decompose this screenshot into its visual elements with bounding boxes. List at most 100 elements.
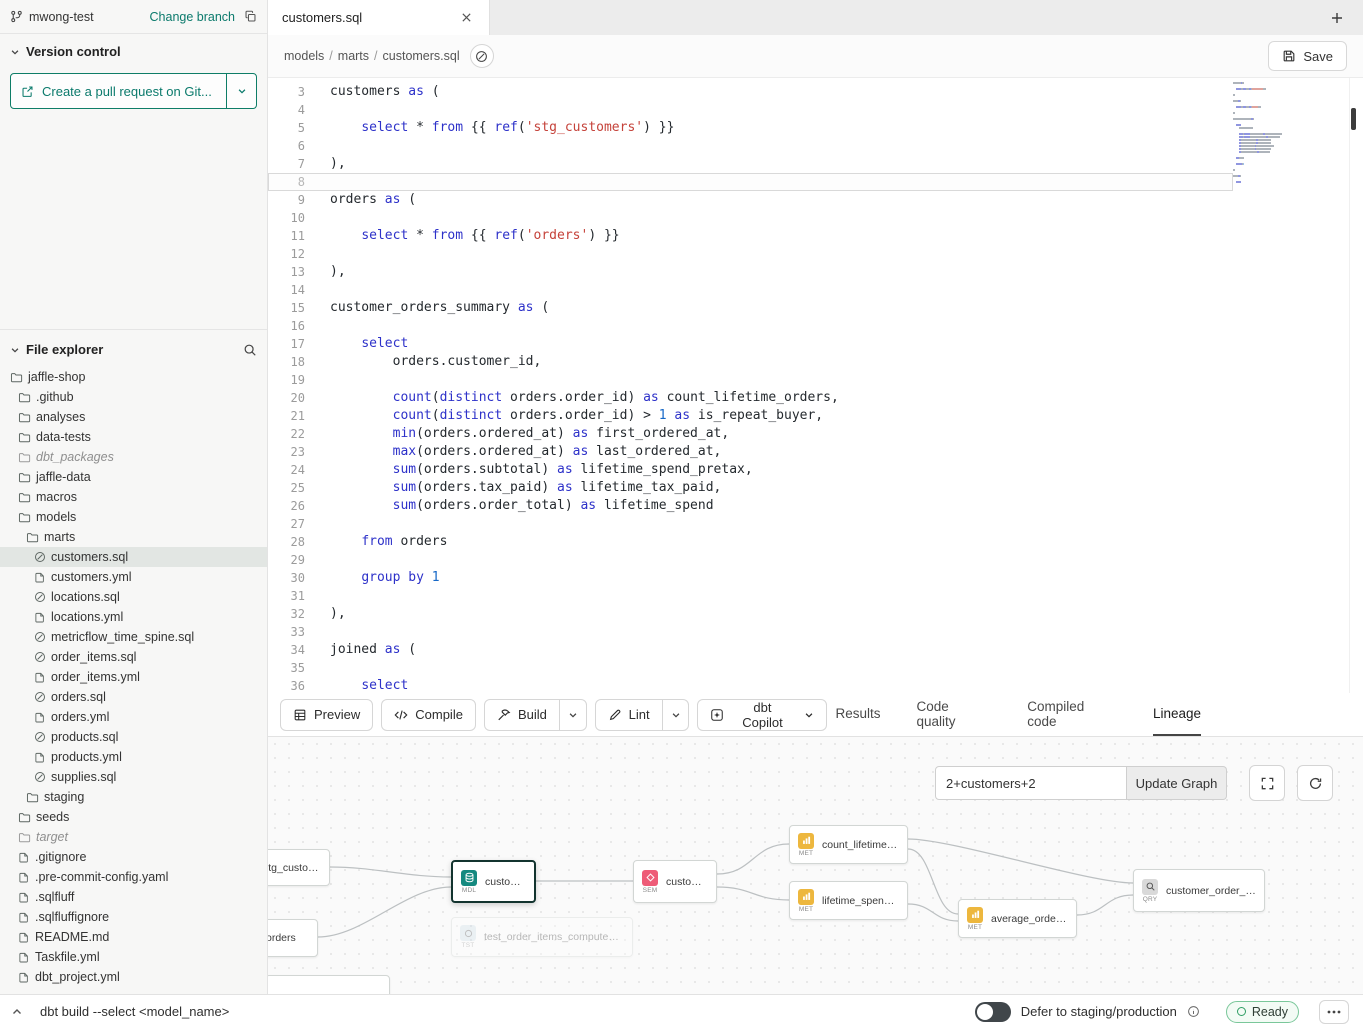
code-line-27[interactable]: 27 — [268, 515, 1363, 533]
create-pull-request-main[interactable]: Create a pull request on Git... — [11, 74, 226, 108]
file-tree-item-staging[interactable]: staging — [0, 787, 267, 807]
breadcrumb-part[interactable]: customers.sql — [383, 49, 460, 63]
scrollbar-thumb[interactable] — [1351, 108, 1356, 130]
preview-button[interactable]: Preview — [280, 699, 373, 731]
file-tree-item-README.md[interactable]: README.md — [0, 927, 267, 947]
file-tree-item-products.yml[interactable]: products.yml — [0, 747, 267, 767]
code-line-6[interactable]: 6 — [268, 137, 1363, 155]
file-tree-item-macros[interactable]: macros — [0, 487, 267, 507]
code-line-35[interactable]: 35 — [268, 659, 1363, 677]
file-tree-item-metricflow_time_spine.sql[interactable]: metricflow_time_spine.sql — [0, 627, 267, 647]
tab-compiled-code[interactable]: Compiled code — [1027, 693, 1117, 736]
code-line-23[interactable]: 23 max(orders.ordered_at) as last_ordere… — [268, 443, 1363, 461]
lineage-node-count_lifetime_orders[interactable]: METcount_lifetime_orders — [789, 825, 908, 864]
lineage-node-orders[interactable]: MDLorders — [268, 919, 318, 957]
code-line-34[interactable]: 34joined as ( — [268, 641, 1363, 659]
file-tree-item-target[interactable]: target — [0, 827, 267, 847]
lineage-node-customers_semantic[interactable]: SEMcustomers — [633, 860, 717, 903]
code-line-22[interactable]: 22 min(orders.ordered_at) as first_order… — [268, 425, 1363, 443]
editor-scrollbar[interactable] — [1349, 78, 1356, 693]
defer-toggle[interactable] — [975, 1002, 1011, 1022]
code-editor[interactable]: 3customers as (45 select * from {{ ref('… — [268, 78, 1363, 693]
code-line-4[interactable]: 4 — [268, 101, 1363, 119]
file-tree-item-Taskfile.yml[interactable]: Taskfile.yml — [0, 947, 267, 967]
code-line-7[interactable]: 7), — [268, 155, 1363, 173]
model-badge-button[interactable] — [470, 44, 494, 68]
fullscreen-button[interactable] — [1249, 765, 1285, 801]
lineage-node-partial_node[interactable] — [268, 975, 390, 994]
file-tree-item-data-tests[interactable]: data-tests — [0, 427, 267, 447]
file-tree-item-orders.yml[interactable]: orders.yml — [0, 707, 267, 727]
build-button[interactable]: Build — [485, 700, 559, 730]
code-line-32[interactable]: 32), — [268, 605, 1363, 623]
code-line-24[interactable]: 24 sum(orders.subtotal) as lifetime_spen… — [268, 461, 1363, 479]
code-line-36[interactable]: 36 select — [268, 677, 1363, 693]
file-tree-item-marts[interactable]: marts — [0, 527, 267, 547]
file-tree-item-locations.yml[interactable]: locations.yml — [0, 607, 267, 627]
code-line-20[interactable]: 20 count(distinct orders.order_id) as co… — [268, 389, 1363, 407]
more-options-button[interactable] — [1319, 1000, 1349, 1024]
lineage-node-average_order_value[interactable]: METaverage_order_value — [958, 899, 1077, 938]
code-line-10[interactable]: 10 — [268, 209, 1363, 227]
compile-button[interactable]: Compile — [381, 699, 476, 731]
code-line-3[interactable]: 3customers as ( — [268, 83, 1363, 101]
breadcrumb-part[interactable]: marts — [338, 49, 369, 63]
file-tree-item-.gitignore[interactable]: .gitignore — [0, 847, 267, 867]
code-line-26[interactable]: 26 sum(orders.order_total) as lifetime_s… — [268, 497, 1363, 515]
tab-lineage[interactable]: Lineage — [1153, 693, 1201, 736]
change-branch-link[interactable]: Change branch — [150, 10, 235, 24]
copy-icon[interactable] — [244, 10, 257, 23]
lineage-node-lifetime_spend_pretax[interactable]: METlifetime_spend_pretax — [789, 881, 908, 920]
file-tree-item-customers.sql[interactable]: customers.sql — [0, 547, 267, 567]
lineage-search-input[interactable] — [935, 766, 1127, 800]
info-icon[interactable] — [1187, 1005, 1200, 1018]
file-tree-item-order_items.sql[interactable]: order_items.sql — [0, 647, 267, 667]
code-line-16[interactable]: 16 — [268, 317, 1363, 335]
file-tree-item-dbt_project.yml[interactable]: dbt_project.yml — [0, 967, 267, 987]
refresh-button[interactable] — [1297, 765, 1333, 801]
lineage-node-customer_order_metrics[interactable]: QRYcustomer_order_metrics — [1133, 869, 1265, 912]
code-line-17[interactable]: 17 select — [268, 335, 1363, 353]
file-tree-item-jaffle-shop[interactable]: jaffle-shop — [0, 367, 267, 387]
lineage-node-test_order_items[interactable]: TSTtest_order_items_compute_to_bools... — [451, 917, 633, 957]
search-icon[interactable] — [243, 343, 257, 357]
file-tree-item-order_items.yml[interactable]: order_items.yml — [0, 667, 267, 687]
file-tree-item-supplies.sql[interactable]: supplies.sql — [0, 767, 267, 787]
file-tree-item-customers.yml[interactable]: customers.yml — [0, 567, 267, 587]
lint-dropdown-caret[interactable] — [663, 700, 689, 730]
code-line-15[interactable]: 15customer_orders_summary as ( — [268, 299, 1363, 317]
code-line-11[interactable]: 11 select * from {{ ref('orders') }} — [268, 227, 1363, 245]
new-tab-button[interactable] — [1327, 8, 1347, 28]
file-tree-item-.sqlfluffignore[interactable]: .sqlfluffignore — [0, 907, 267, 927]
file-tree-item-locations.sql[interactable]: locations.sql — [0, 587, 267, 607]
chevron-up-icon[interactable] — [8, 1003, 26, 1021]
file-tree-item-.sqlfluff[interactable]: .sqlfluff — [0, 887, 267, 907]
lineage-node-customers_model[interactable]: MDLcustomers — [451, 860, 536, 903]
code-line-9[interactable]: 9orders as ( — [268, 191, 1363, 209]
file-tree-item-products.sql[interactable]: products.sql — [0, 727, 267, 747]
code-line-29[interactable]: 29 — [268, 551, 1363, 569]
lineage-node-stg_customers[interactable]: MDLstg_customers — [268, 849, 330, 886]
file-tree-item-seeds[interactable]: seeds — [0, 807, 267, 827]
tab-code-quality[interactable]: Code quality — [916, 693, 991, 736]
dbt-copilot-button[interactable]: dbt Copilot — [697, 699, 827, 731]
code-line-21[interactable]: 21 count(distinct orders.order_id) > 1 a… — [268, 407, 1363, 425]
minimap[interactable] — [1233, 82, 1313, 184]
file-tree-item-analyses[interactable]: analyses — [0, 407, 267, 427]
code-line-28[interactable]: 28 from orders — [268, 533, 1363, 551]
update-graph-button[interactable]: Update Graph — [1127, 766, 1227, 800]
file-tree-item-dbt_packages[interactable]: dbt_packages — [0, 447, 267, 467]
code-line-18[interactable]: 18 orders.customer_id, — [268, 353, 1363, 371]
status-badge[interactable]: Ready — [1226, 1001, 1299, 1023]
save-button[interactable]: Save — [1268, 41, 1347, 71]
breadcrumb-part[interactable]: models — [284, 49, 324, 63]
file-explorer-header[interactable]: File explorer — [0, 330, 267, 363]
tab-results[interactable]: Results — [835, 693, 880, 736]
code-line-12[interactable]: 12 — [268, 245, 1363, 263]
code-line-31[interactable]: 31 — [268, 587, 1363, 605]
tab-customers-sql[interactable]: customers.sql — [268, 0, 490, 35]
code-line-30[interactable]: 30 group by 1 — [268, 569, 1363, 587]
create-pull-request-caret[interactable] — [227, 74, 256, 108]
code-line-19[interactable]: 19 — [268, 371, 1363, 389]
version-control-header[interactable]: Version control — [0, 34, 267, 65]
